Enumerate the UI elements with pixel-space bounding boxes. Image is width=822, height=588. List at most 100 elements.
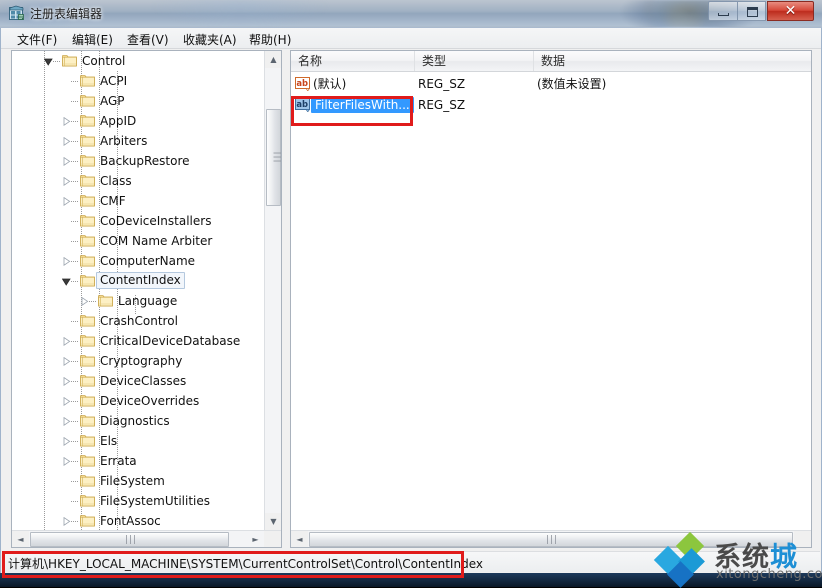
tree-item-arbiters[interactable]: Arbiters (12, 131, 264, 151)
tree-item-errata[interactable]: Errata (12, 451, 264, 471)
tree-item-language[interactable]: Language (12, 291, 264, 311)
tree-connector (71, 181, 79, 182)
chevron-right-icon[interactable] (62, 117, 71, 126)
window-title: 注册表编辑器 (30, 7, 103, 21)
chevron-right-icon[interactable] (62, 337, 71, 346)
tree-item-deviceoverrides[interactable]: DeviceOverrides (12, 391, 264, 411)
values-scroll-left-arrow[interactable]: ◄ (291, 531, 308, 547)
folder-icon (80, 115, 95, 127)
tree-vertical-scrollbar[interactable]: ▲ ||| ▼ (264, 51, 281, 530)
string-value-icon: ab (295, 77, 310, 91)
tree-item-control[interactable]: Control (12, 51, 264, 71)
chevron-right-icon[interactable] (62, 197, 71, 206)
chevron-right-icon[interactable] (62, 397, 71, 406)
menu-file[interactable]: 文件(F) (15, 31, 59, 47)
tree-item-label: Arbiters (100, 134, 148, 148)
tree-item-cryptography[interactable]: Cryptography (12, 351, 264, 371)
tree-connector (71, 121, 79, 122)
tree-item-computername[interactable]: ComputerName (12, 251, 264, 271)
tree-item-label: Cryptography (100, 354, 183, 368)
chevron-right-icon[interactable] (62, 517, 71, 526)
tree-item-class[interactable]: Class (12, 171, 264, 191)
tree-item-fontassoc[interactable]: FontAssoc (12, 511, 264, 530)
watermark: 系统城 xitongcheng.com (636, 531, 822, 588)
tree-item-appid[interactable]: AppID (12, 111, 264, 131)
tree-horizontal-scrollbar[interactable]: ◄ ||| ► (12, 530, 281, 547)
tree-connector (71, 441, 79, 442)
tree-connector (71, 421, 79, 422)
value-row[interactable]: ab (默认) REG_SZ (数值未设置) (291, 75, 811, 93)
folder-icon (80, 455, 95, 467)
tree-item-acpi[interactable]: ACPI (12, 71, 264, 91)
tree-scroll-left-arrow[interactable]: ◄ (12, 531, 29, 547)
tree-item-label: Diagnostics (100, 414, 170, 428)
tree-scroll-down-arrow[interactable]: ▼ (265, 513, 281, 530)
menu-favorites[interactable]: 收藏夹(A) (181, 31, 239, 47)
tree-connector (71, 261, 79, 262)
chevron-right-icon[interactable] (62, 177, 71, 186)
title-bar[interactable]: 注册表编辑器 ✕ (0, 0, 822, 28)
tree-item-label: COM Name Arbiter (100, 234, 213, 248)
tree-item-backuprestore[interactable]: BackupRestore (12, 151, 264, 171)
folder-icon (80, 215, 95, 227)
chevron-right-icon[interactable] (62, 457, 71, 466)
tree-item-cmf[interactable]: CMF (12, 191, 264, 211)
registry-values-pane[interactable]: 名称 类型 数据 ab (默认) REG_SZ (数值未设置) ab Filte… (290, 50, 812, 548)
tree-vscroll-thumb[interactable]: ||| (266, 109, 281, 206)
tree-item-els[interactable]: Els (12, 431, 264, 451)
registry-tree[interactable]: Control ACPI AGP AppID Arbiters BackupRestore… (12, 51, 264, 530)
folder-icon (98, 295, 113, 307)
tree-scroll-up-arrow[interactable]: ▲ (265, 51, 281, 68)
value-name-selected[interactable]: FilterFilesWith... (311, 97, 414, 113)
menu-help[interactable]: 帮助(H) (247, 31, 293, 47)
tree-item-label: Errata (100, 454, 137, 468)
maximize-button[interactable] (737, 1, 766, 21)
folder-icon (80, 235, 95, 247)
tree-item-contentindex[interactable]: ContentIndex (12, 271, 264, 291)
close-button[interactable]: ✕ (767, 1, 814, 21)
tree-item-crashcontrol[interactable]: CrashControl (12, 311, 264, 331)
menu-edit[interactable]: 编辑(E) (70, 31, 115, 47)
chevron-down-icon[interactable] (44, 57, 53, 66)
column-header-data[interactable]: 数据 (534, 51, 811, 71)
column-header-type[interactable]: 类型 (415, 51, 534, 71)
tree-item-criticaldevicedatabase[interactable]: CriticalDeviceDatabase (12, 331, 264, 351)
chevron-right-icon[interactable] (62, 417, 71, 426)
tree-connector (71, 461, 79, 462)
chevron-right-icon[interactable] (62, 137, 71, 146)
registry-tree-pane[interactable]: Control ACPI AGP AppID Arbiters BackupRestore… (11, 50, 282, 548)
chevron-right-icon[interactable] (62, 377, 71, 386)
pane-splitter[interactable] (283, 50, 290, 548)
tree-item-filesystemutilities[interactable]: FileSystemUtilities (12, 491, 264, 511)
tree-item-label: AGP (100, 94, 125, 108)
value-data: (数值未设置) (537, 77, 607, 91)
value-type: REG_SZ (418, 77, 466, 91)
column-header-name[interactable]: 名称 (291, 51, 415, 71)
chevron-right-icon[interactable] (80, 297, 89, 306)
chevron-right-icon[interactable] (62, 257, 71, 266)
value-row[interactable]: ab FilterFilesWith... REG_SZ (291, 96, 811, 114)
chevron-right-icon[interactable] (62, 437, 71, 446)
tree-item-label: Language (118, 294, 178, 308)
menu-view[interactable]: 查看(V) (125, 31, 171, 47)
value-name[interactable]: (默认) (313, 76, 346, 92)
folder-icon (80, 415, 95, 427)
tree-item-agp[interactable]: AGP (12, 91, 264, 111)
chevron-right-icon[interactable] (62, 157, 71, 166)
minimize-button[interactable] (708, 1, 737, 21)
tree-connector (71, 201, 79, 202)
svg-text:ab: ab (296, 78, 308, 88)
tree-scroll-right-arrow[interactable]: ► (247, 531, 264, 547)
chevron-right-icon[interactable] (62, 357, 71, 366)
chevron-down-icon[interactable] (62, 277, 71, 286)
tree-item-label: Els (100, 434, 118, 448)
tree-hscroll-thumb[interactable]: ||| (30, 532, 229, 547)
tree-item-com-name-arbiter[interactable]: COM Name Arbiter (12, 231, 264, 251)
tree-item-codeviceinstallers[interactable]: CoDeviceInstallers (12, 211, 264, 231)
tree-connector (71, 281, 79, 282)
tree-item-filesystem[interactable]: FileSystem (12, 471, 264, 491)
svg-text:ab: ab (296, 99, 308, 109)
tree-item-deviceclasses[interactable]: DeviceClasses (12, 371, 264, 391)
tree-item-label: DeviceClasses (100, 374, 187, 388)
tree-item-diagnostics[interactable]: Diagnostics (12, 411, 264, 431)
